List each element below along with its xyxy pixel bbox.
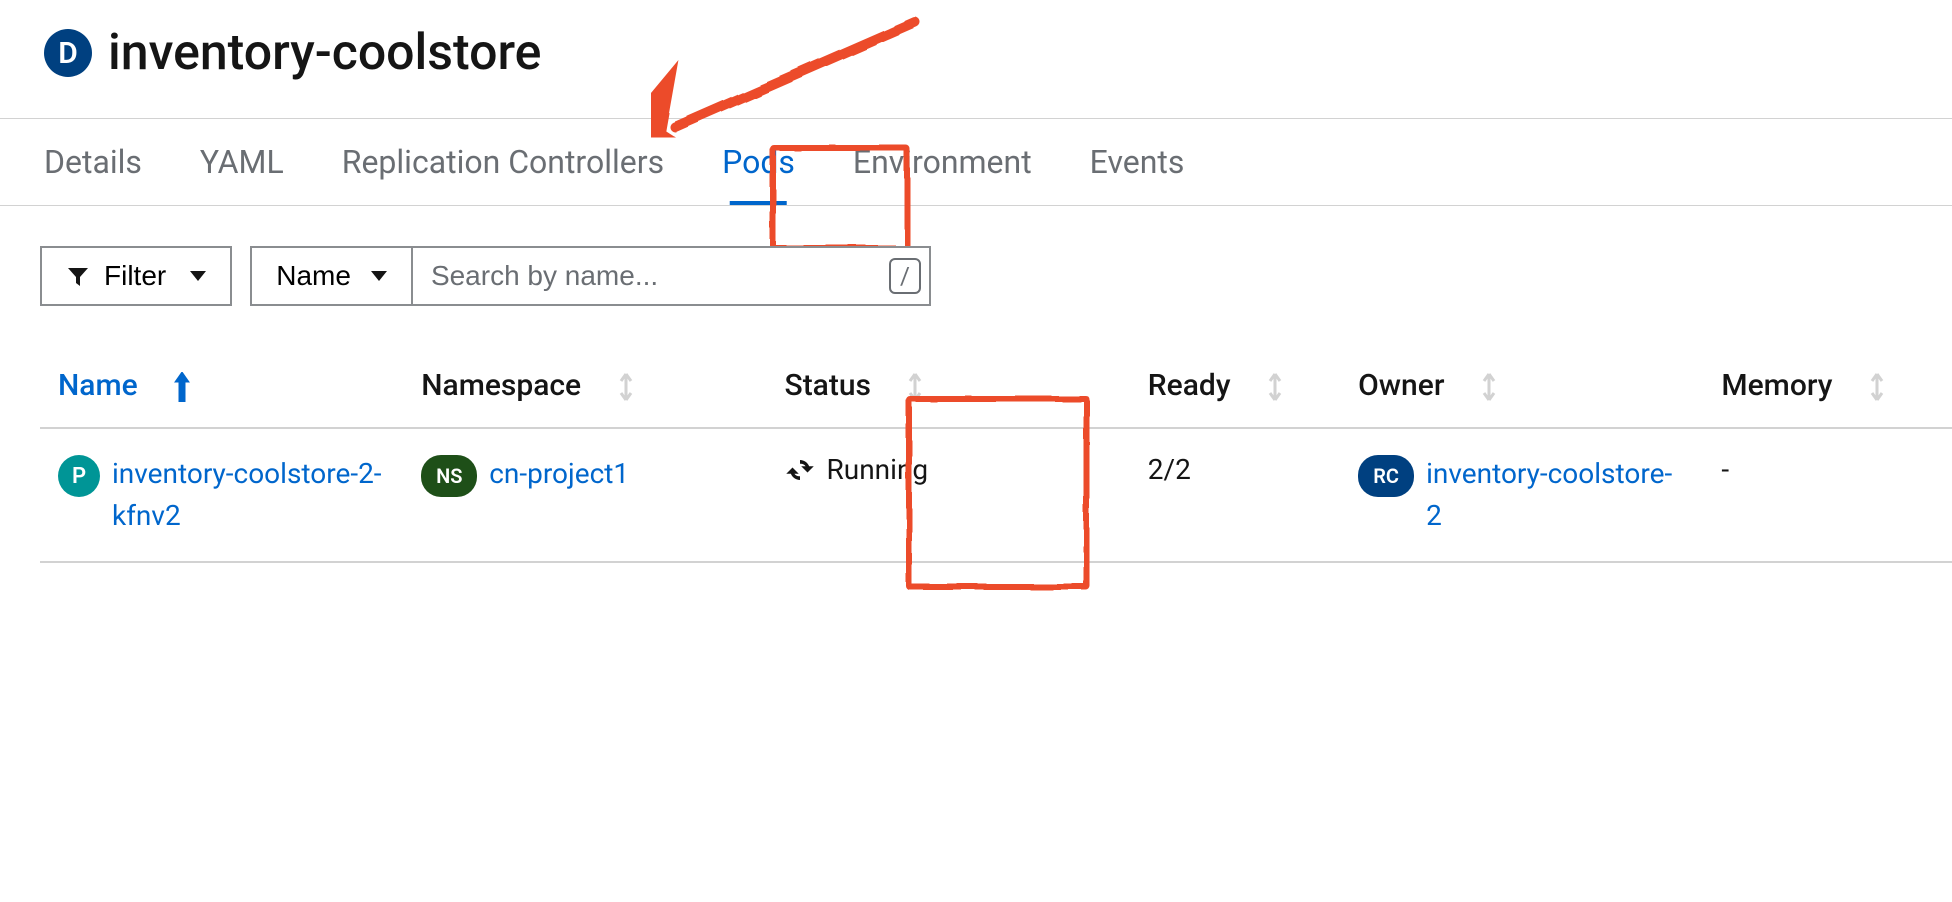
tab-yaml[interactable]: YAML bbox=[196, 119, 288, 205]
column-header-ready[interactable]: Ready bbox=[1130, 334, 1340, 428]
pod-badge-icon: P bbox=[58, 455, 100, 497]
column-header-namespace[interactable]: Namespace bbox=[403, 334, 766, 428]
sync-icon bbox=[785, 455, 815, 485]
status-text: Running bbox=[827, 453, 929, 486]
page-title: inventory-coolstore bbox=[108, 24, 541, 82]
tabs-nav: Details YAML Replication Controllers Pod… bbox=[0, 118, 1952, 206]
sort-icon bbox=[1868, 372, 1886, 402]
page-header: D inventory-coolstore bbox=[0, 0, 1952, 118]
memory-cell: - bbox=[1703, 428, 1952, 562]
filter-icon bbox=[66, 264, 90, 288]
chevron-down-icon bbox=[371, 271, 387, 281]
owner-name-link[interactable]: inventory-coolstore-2 bbox=[1426, 453, 1685, 537]
filter-button-label: Filter bbox=[104, 260, 166, 292]
slash-key-hint: / bbox=[889, 258, 921, 294]
sort-icon bbox=[617, 372, 635, 402]
sort-icon bbox=[1480, 372, 1498, 402]
deployment-badge: D bbox=[44, 29, 92, 77]
rc-badge-icon: RC bbox=[1358, 455, 1414, 497]
ready-cell: 2/2 bbox=[1130, 428, 1340, 562]
tab-pods[interactable]: Pods bbox=[718, 119, 799, 205]
column-header-owner[interactable]: Owner bbox=[1340, 334, 1703, 428]
column-header-name[interactable]: Name bbox=[40, 334, 403, 428]
table-row: P inventory-coolstore-2-kfnv2 NS cn-proj… bbox=[40, 428, 1952, 562]
pod-link[interactable]: P inventory-coolstore-2-kfnv2 bbox=[58, 453, 385, 537]
tab-replication-controllers[interactable]: Replication Controllers bbox=[338, 119, 668, 205]
tab-events[interactable]: Events bbox=[1086, 119, 1189, 205]
column-header-memory[interactable]: Memory bbox=[1703, 334, 1952, 428]
tab-details[interactable]: Details bbox=[40, 119, 146, 205]
toolbar: Filter Name / bbox=[0, 206, 1952, 334]
namespace-badge-icon: NS bbox=[421, 455, 477, 497]
filter-button[interactable]: Filter bbox=[40, 246, 232, 306]
pods-table: Name Namespace Status Ready bbox=[40, 334, 1952, 563]
name-select-label: Name bbox=[276, 260, 351, 292]
namespace-name-link[interactable]: cn-project1 bbox=[489, 453, 629, 495]
namespace-link[interactable]: NS cn-project1 bbox=[421, 453, 748, 497]
sort-icon bbox=[1266, 372, 1284, 402]
chevron-down-icon bbox=[190, 271, 206, 281]
sort-icon bbox=[906, 372, 924, 402]
status-cell: Running bbox=[785, 453, 1112, 486]
pod-name-link[interactable]: inventory-coolstore-2-kfnv2 bbox=[112, 453, 385, 537]
name-select[interactable]: Name bbox=[250, 246, 411, 306]
owner-link[interactable]: RC inventory-coolstore-2 bbox=[1358, 453, 1685, 537]
tab-environment[interactable]: Environment bbox=[849, 119, 1036, 205]
search-input[interactable] bbox=[411, 246, 931, 306]
column-header-status[interactable]: Status bbox=[767, 334, 1130, 428]
sort-ascending-icon bbox=[173, 372, 191, 402]
table-header-row: Name Namespace Status Ready bbox=[40, 334, 1952, 428]
